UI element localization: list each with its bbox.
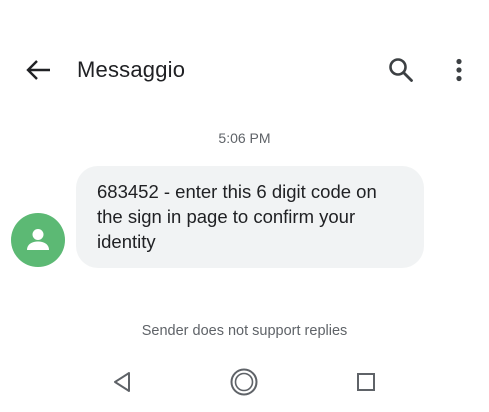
nav-back-triangle-icon [114,372,130,392]
arrow-back-icon [26,60,50,80]
top-app-bar: Messaggio [0,40,489,100]
nav-home-button[interactable] [228,366,260,398]
more-vert-icon [456,58,462,82]
avatar[interactable] [11,213,65,267]
system-navigation-bar [0,360,489,404]
page-title: Messaggio [77,57,186,82]
search-icon [389,58,413,82]
no-reply-notice: Sender does not support replies [141,323,348,339]
search-button[interactable] [383,52,419,88]
back-button[interactable] [18,52,58,88]
message-bubble[interactable]: 683452 - enter this 6 digit code on the … [76,166,424,268]
person-icon [27,229,49,250]
nav-recents-square-icon [357,373,375,391]
messages-screen: Messaggio 5:06 PM 683452 - enter this 6 … [0,0,489,412]
message-timestamp: 5:06 PM [218,130,271,146]
nav-recents-button[interactable] [352,368,380,396]
nav-home-circle-icon [230,368,258,396]
more-options-button[interactable] [441,52,477,88]
message-text: 683452 - enter this 6 digit code on the … [97,181,377,252]
nav-back-button[interactable] [108,368,136,396]
